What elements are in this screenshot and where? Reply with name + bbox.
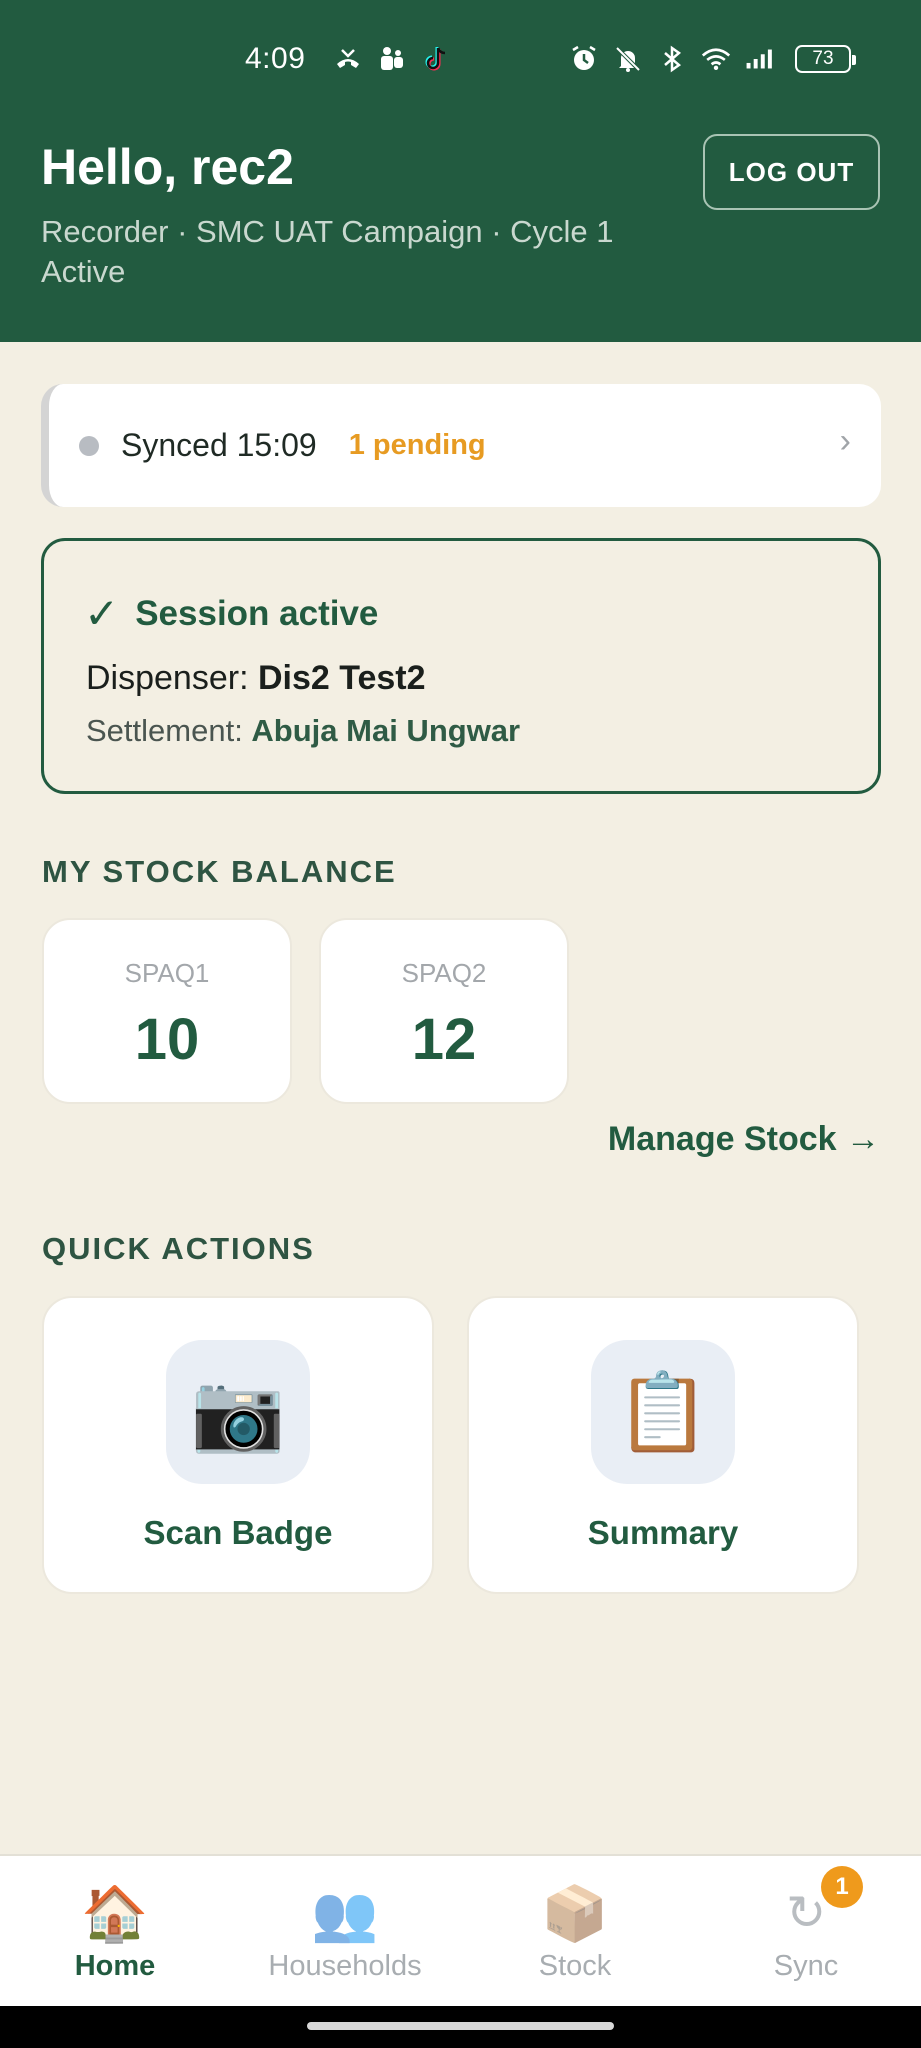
notification-icons [333,44,451,74]
stock-item-value: 12 [411,1007,477,1072]
nav-item-stock[interactable]: 📦 Stock [460,1856,690,2008]
nav-label: Sync [773,1950,839,1982]
scan-badge-button[interactable]: 📷 Scan Badge [42,1296,434,1594]
people-icon: 👥 [311,1884,379,1944]
summary-button[interactable]: 📋 Summary [467,1296,859,1594]
stock-item-name: SPAQ2 [401,958,487,988]
nav-item-home[interactable]: 🏠 Home [0,1856,230,2008]
status-bar: 4:09 73 [0,38,921,86]
teams-icon [377,44,407,74]
greeting-title: Hello, rec2 [41,139,294,195]
dispenser-name: Dis2 Test2 [257,659,426,697]
sync-status-text: Synced 15:09 [121,427,317,463]
tiktok-icon [421,44,451,74]
stock-tile: SPAQ2 12 [319,918,569,1104]
wifi-icon [701,44,731,74]
manage-stock-link[interactable]: Manage Stock → [608,1120,880,1159]
session-title: ✓ Session active [84,589,378,638]
session-status-label: Session active [135,593,379,633]
mute-icon [613,44,643,74]
bottom-navigation: 🏠 Home 👥 Households 📦 Stock ↻ 1 Sync [0,1854,921,2006]
clipboard-icon: 📋 [591,1340,735,1484]
quick-actions-heading: QUICK ACTIONS [42,1231,315,1266]
system-gesture-area [0,2006,921,2048]
camera-icon: 📷 [166,1340,310,1484]
check-icon: ✓ [84,590,120,637]
chevron-right-icon: › [839,422,851,460]
battery-icon: 73 [795,45,856,73]
nav-label: Home [74,1950,156,1982]
settlement-line: Settlement: Abuja Mai Ungwar [86,713,520,749]
stock-item-name: SPAQ1 [124,958,210,988]
stock-tile: SPAQ1 10 [42,918,292,1104]
scan-badge-label: Scan Badge [143,1514,333,1551]
settlement-label: Settlement: [86,713,252,748]
dispenser-label: Dispenser: [86,659,258,697]
sync-pending-badge: 1 [821,1866,863,1908]
signal-icon [745,44,775,74]
summary-label: Summary [587,1514,739,1551]
settlement-name: Abuja Mai Ungwar [251,713,521,748]
dispenser-line: Dispenser: Dis2 Test2 [86,659,426,698]
nav-label: Households [268,1950,422,1982]
sync-icon: ↻ [785,1887,827,1940]
home-gesture-bar[interactable] [307,2022,614,2030]
role-campaign-subtitle: Recorder · SMC UAT Campaign · Cycle 1 Ac… [41,214,614,289]
session-card: ✓ Session active Dispenser: Dis2 Test2 S… [41,538,881,794]
home-icon: 🏠 [81,1884,149,1944]
bluetooth-icon [657,44,687,74]
status-time: 4:09 [245,42,306,75]
app-header: 4:09 73 Hello, rec2 Recorder · SMC UAT C… [0,0,921,342]
nav-item-households[interactable]: 👥 Households [230,1856,460,2008]
sync-status-dot [79,435,99,456]
stock-balance-heading: MY STOCK BALANCE [42,854,397,889]
system-icons: 73 [569,44,856,74]
stock-item-value: 10 [134,1007,200,1072]
nav-item-sync[interactable]: ↻ 1 Sync [691,1856,921,2008]
sync-status-card[interactable]: Synced 15:09 1 pending › [41,384,881,507]
logout-button[interactable]: LOG OUT [703,134,880,210]
pending-count: 1 pending [348,429,486,461]
package-icon: 📦 [541,1884,609,1944]
missed-call-icon [333,44,363,74]
nav-label: Stock [538,1950,612,1982]
alarm-icon [569,44,599,74]
